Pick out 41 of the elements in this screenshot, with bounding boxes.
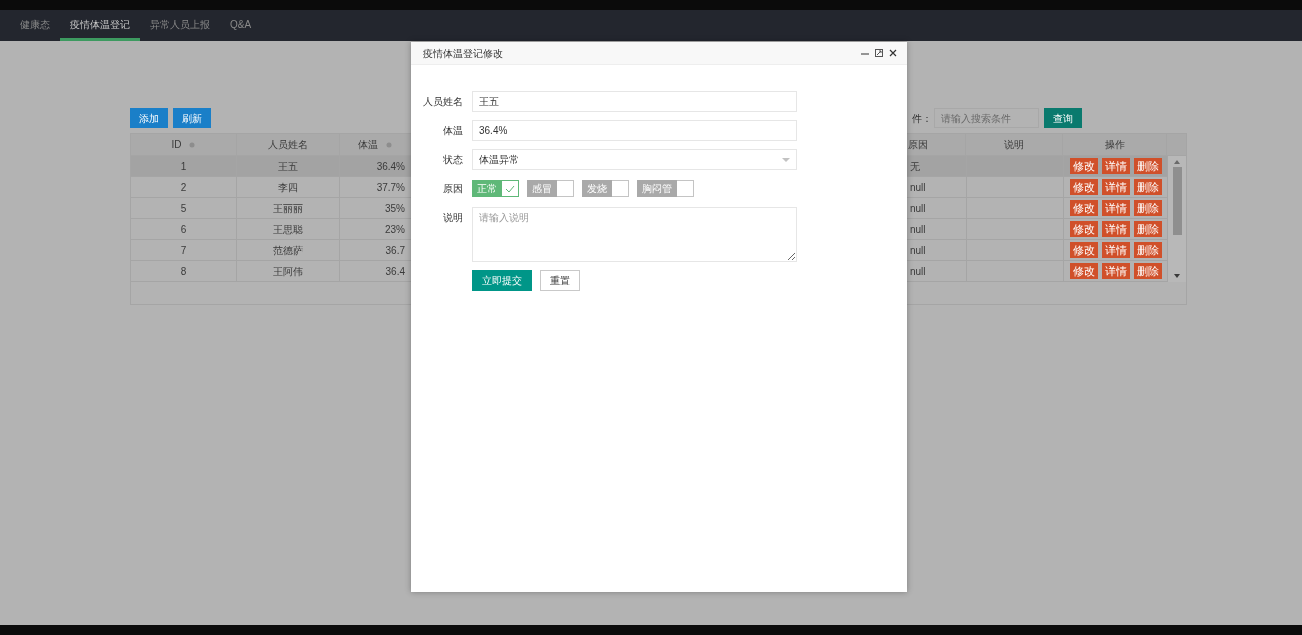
table-cell-text: 王阿伟 xyxy=(273,264,303,279)
table-cell-text: 王丽丽 xyxy=(273,201,303,216)
checkbox-label: 感冒 xyxy=(527,180,557,197)
table-cell-text: 23% xyxy=(385,222,405,237)
table-cell-text: 李四 xyxy=(278,180,298,195)
table-cell-text: 王五 xyxy=(278,159,298,174)
column-header: ID xyxy=(171,138,182,152)
dialog-title: 疫情体温登记修改 xyxy=(423,46,503,61)
checkbox-label: 胸闷管 xyxy=(637,180,677,197)
table-cell-text: 无 xyxy=(910,159,920,174)
table-cell-text: 7 xyxy=(180,243,187,258)
table-cell-text: null xyxy=(910,243,926,258)
table-cell-text: null xyxy=(910,222,926,237)
table-cell-text: null xyxy=(910,264,926,279)
table-cell-text: null xyxy=(910,201,926,216)
table-cell-text: 2 xyxy=(180,180,187,195)
table-cell-text: 36.4 xyxy=(385,264,405,279)
column-header: 操作 xyxy=(1104,138,1125,152)
checkbox-label: 正常 xyxy=(472,180,502,197)
table-cell-text: null xyxy=(910,180,926,195)
table-cell-text: 37.7% xyxy=(376,180,405,195)
table-cell-text: 1 xyxy=(180,159,187,174)
field-label: 人员姓名 xyxy=(422,95,463,109)
column-header: 说明 xyxy=(1004,138,1025,152)
column-header: 原因 xyxy=(908,138,929,152)
field-label: 说明 xyxy=(442,211,463,225)
field-label: 原因 xyxy=(442,182,463,196)
table-cell-text: 36.4% xyxy=(376,159,405,174)
field-label: 体温 xyxy=(442,124,463,138)
field-label: 状态 xyxy=(442,153,463,167)
table-cell-text: 王思聪 xyxy=(273,222,303,237)
column-header: 体温 xyxy=(358,138,379,152)
table-cell-text: 35% xyxy=(385,201,405,216)
column-header: 人员姓名 xyxy=(267,138,308,152)
table-cell-text: 范德萨 xyxy=(273,243,303,258)
table-cell-text: 8 xyxy=(180,264,187,279)
table-cell-text: 5 xyxy=(180,201,187,216)
table-cell-text: 6 xyxy=(180,222,187,237)
checkbox-label: 发烧 xyxy=(582,180,612,197)
table-cell-text: 36.7 xyxy=(385,243,405,258)
search-label: 件： xyxy=(912,111,932,126)
